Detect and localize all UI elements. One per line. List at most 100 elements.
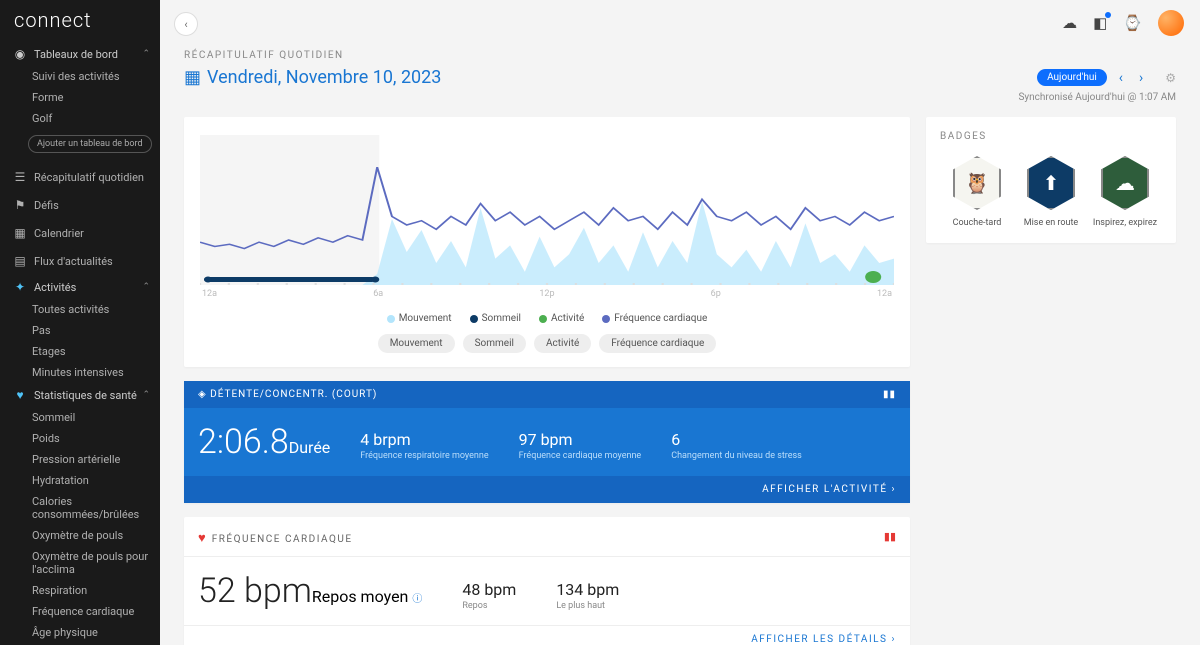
sidebar-item-heart-rate[interactable]: Fréquence cardiaque	[0, 601, 160, 622]
filter-pill-hr[interactable]: Fréquence cardiaque	[599, 334, 716, 353]
gear-icon[interactable]: ⚙	[1165, 71, 1176, 85]
sidebar-item-golf[interactable]: Golf	[0, 108, 160, 129]
sidebar-item-news[interactable]: ▤Flux d'actualités	[0, 247, 160, 275]
sidebar-item-daily-summary[interactable]: ☰Récapitulatif quotidien	[0, 163, 160, 191]
daily-chart-card: 12a 6a 12p 6p 12a Mouvement Sommeil Acti…	[184, 117, 910, 367]
sync-status: Synchronisé Aujourd'hui @ 1:07 AM	[184, 92, 1176, 103]
sidebar-item-weight[interactable]: Poids	[0, 428, 160, 449]
hr-metric-value: 134 bpm	[556, 580, 619, 599]
badges-title: BADGES	[940, 131, 1162, 142]
chevron-up-icon: ⌃	[142, 282, 150, 292]
flag-icon: ⚑	[12, 198, 28, 212]
chevron-up-icon: ⌃	[142, 49, 150, 59]
gauge-icon: ◉	[12, 47, 28, 61]
sidebar-item-sleep[interactable]: Sommeil	[0, 407, 160, 428]
sidebar-item-hydration[interactable]: Hydratation	[0, 470, 160, 491]
sidebar-item-floors[interactable]: Etages	[0, 341, 160, 362]
topbar: ☁ ◧ ⌚	[1062, 10, 1184, 36]
back-button[interactable]: ‹	[174, 12, 198, 36]
filter-pill-activity[interactable]: Activité	[534, 334, 591, 353]
bar-chart-icon[interactable]: ▮▮	[883, 389, 896, 400]
sidebar-item-steps[interactable]: Pas	[0, 320, 160, 341]
chevron-right-icon: ›	[891, 484, 896, 495]
brand-logo: connect	[0, 0, 160, 42]
sidebar-group-health[interactable]: ♥ Statistiques de santé ⌃	[0, 383, 160, 407]
sidebar-item-fitness-age[interactable]: Âge physique	[0, 622, 160, 643]
legend-dot-hr	[602, 315, 610, 323]
activity-metric-value: 97 bpm	[519, 430, 642, 449]
activity-card: ◈ DÉTENTE/CONCENTR. (COURT) ▮▮ 2:06.8Dur…	[184, 381, 910, 503]
sidebar-group-activities[interactable]: ✦ Activités ⌃	[0, 275, 160, 299]
activity-metric-value: 4 brpm	[360, 430, 488, 449]
breathe-icon: ☁	[1101, 156, 1149, 210]
add-dashboard-button[interactable]: Ajouter un tableau de bord	[28, 135, 152, 153]
sidebar-item-pulse-ox[interactable]: Oxymètre de pouls	[0, 525, 160, 546]
sidebar-item-blood-pressure[interactable]: Pression artérielle	[0, 449, 160, 470]
sidebar-item-tracking[interactable]: Suivi des activités	[0, 66, 160, 87]
sidebar-group-dashboards[interactable]: ◉ Tableaux de bord ⌃	[0, 42, 160, 66]
badges-card: BADGES 🦉Couche-tard ⬆Mise en route ☁Insp…	[926, 117, 1176, 243]
calendar-icon: ▦	[184, 67, 201, 88]
avatar[interactable]	[1158, 10, 1184, 36]
rocket-icon: ⬆	[1027, 156, 1075, 210]
breathwork-icon: ◈	[198, 389, 210, 400]
activity-duration-label: Durée	[289, 438, 331, 457]
sidebar-item-calories[interactable]: Calories consommées/brûlées	[0, 491, 160, 525]
sidebar-item-all-activities[interactable]: Toutes activités	[0, 299, 160, 320]
badge-item[interactable]: ☁Inspirez, expirez	[1090, 156, 1160, 229]
activity-metric-label: Fréquence respiratoire moyenne	[360, 451, 488, 462]
sidebar-item-calendar[interactable]: ▦Calendrier	[0, 219, 160, 247]
legend-dot-sleep	[470, 315, 478, 323]
filter-pill-sleep[interactable]: Sommeil	[463, 334, 526, 353]
runner-icon: ✦	[12, 280, 28, 294]
daily-chart	[200, 135, 894, 285]
activity-metric-value: 6	[671, 430, 802, 449]
activity-title: DÉTENTE/CONCENTR. (COURT)	[210, 389, 377, 400]
sidebar: connect ◉ Tableaux de bord ⌃ Suivi des a…	[0, 0, 160, 645]
next-day-button[interactable]: ›	[1135, 70, 1147, 86]
owl-icon: 🦉	[953, 156, 1001, 210]
notification-dot	[1105, 12, 1111, 18]
hr-title: FRÉQUENCE CARDIAQUE	[212, 534, 353, 545]
cloud-sync-icon[interactable]: ☁	[1062, 14, 1077, 32]
legend-dot-movement	[387, 315, 395, 323]
heart-icon: ♥	[198, 531, 206, 546]
sidebar-item-fitness[interactable]: Forme	[0, 87, 160, 108]
inbox-icon[interactable]: ◧	[1093, 14, 1107, 32]
section-label: RÉCAPITULATIF QUOTIDIEN	[184, 50, 1176, 61]
chevron-left-icon: ‹	[184, 18, 187, 31]
hr-big-value: 52 bpm	[198, 571, 312, 611]
chevron-up-icon: ⌃	[142, 390, 150, 400]
badge-item[interactable]: 🦉Couche-tard	[942, 156, 1012, 229]
hr-metric-label: Le plus haut	[556, 601, 619, 611]
sidebar-group-label: Tableaux de bord	[34, 48, 118, 61]
today-pill[interactable]: Aujourd'hui	[1037, 69, 1107, 86]
prev-day-button[interactable]: ‹	[1115, 70, 1127, 86]
hr-metric-label: Repos	[462, 601, 516, 611]
bar-chart-icon[interactable]: ▮▮	[884, 530, 896, 543]
device-icon[interactable]: ⌚	[1123, 14, 1142, 32]
layers-icon: ☰	[12, 170, 28, 184]
activity-metric-label: Changement du niveau de stress	[671, 451, 802, 462]
sidebar-item-intensity[interactable]: Minutes intensives	[0, 362, 160, 383]
date-title[interactable]: ▦ Vendredi, Novembre 10, 2023	[184, 67, 441, 88]
show-activity-link[interactable]: AFFICHER L'ACTIVITÉ ›	[184, 476, 910, 503]
news-icon: ▤	[12, 254, 28, 268]
chart-legend: Mouvement Sommeil Activité Fréquence car…	[200, 313, 894, 324]
hr-big-label: Repos moyen	[312, 587, 409, 606]
filter-pill-movement[interactable]: Mouvement	[378, 334, 455, 353]
chevron-right-icon: ›	[891, 634, 896, 645]
calendar-icon: ▦	[12, 226, 28, 240]
main-area: ‹ ☁ ◧ ⌚ RÉCAPITULATIF QUOTIDIEN ▦ Vendre…	[160, 0, 1200, 645]
activity-metric-label: Fréquence cardiaque moyenne	[519, 451, 642, 462]
sidebar-item-challenges[interactable]: ⚑Défis	[0, 191, 160, 219]
sidebar-item-respiration[interactable]: Respiration	[0, 580, 160, 601]
badge-item[interactable]: ⬆Mise en route	[1016, 156, 1086, 229]
legend-dot-activity	[539, 315, 547, 323]
show-details-link[interactable]: AFFICHER LES DÉTAILS ›	[184, 625, 910, 645]
activity-duration-value: 2:06.8	[198, 422, 289, 462]
info-icon[interactable]: ⓘ	[412, 594, 422, 605]
sidebar-item-pulse-ox-acclim[interactable]: Oxymètre de pouls pour l'acclima	[0, 546, 160, 580]
heart-icon: ♥	[12, 388, 28, 402]
hr-metric-value: 48 bpm	[462, 580, 516, 599]
